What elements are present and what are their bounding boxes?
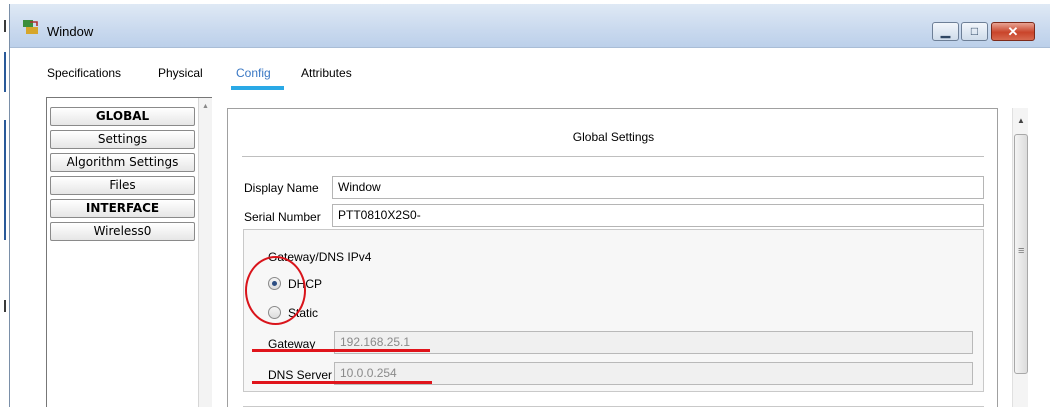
tab-attributes[interactable]: Attributes xyxy=(301,66,352,80)
sidebar-scrollbar[interactable]: ▲ xyxy=(198,98,212,407)
dhcp-label[interactable]: DHCP xyxy=(288,277,322,291)
background-window-edge xyxy=(0,0,8,407)
gateway-label: Gateway xyxy=(268,337,316,351)
close-button[interactable]: ✕ xyxy=(991,22,1035,41)
sidebar-item-files[interactable]: Files xyxy=(50,176,195,195)
title-divider xyxy=(242,156,984,157)
dhcp-radio[interactable] xyxy=(268,277,281,290)
active-tab-indicator xyxy=(231,86,284,90)
global-settings-area: Global Settings Display Name Window Seri… xyxy=(227,108,1050,407)
tab-physical[interactable]: Physical xyxy=(158,66,203,80)
dns-server-label: DNS Server xyxy=(268,368,333,382)
maximize-button[interactable]: □ xyxy=(961,22,988,41)
display-name-label: Display Name xyxy=(244,181,319,195)
tab-bar: Specifications Physical Config Attribute… xyxy=(10,48,1050,98)
gateway-input[interactable]: 192.168.25.1 xyxy=(334,331,973,354)
window-title: Window xyxy=(47,24,94,39)
sidebar-header-interface[interactable]: INTERFACE xyxy=(50,199,195,218)
display-name-input[interactable]: Window xyxy=(332,176,984,199)
packet-tracer-app-icon xyxy=(23,20,38,34)
scroll-up-icon: ▲ xyxy=(1017,116,1025,125)
scroll-up-icon: ▲ xyxy=(202,103,209,110)
edge-mark xyxy=(4,20,6,32)
edge-mark xyxy=(4,300,6,312)
global-settings-panel: Global Settings Display Name Window Seri… xyxy=(227,108,998,407)
title-bar[interactable]: Window ▁ □ ✕ xyxy=(10,4,1050,48)
static-label[interactable]: Static xyxy=(288,306,318,320)
edge-mark xyxy=(4,52,6,92)
config-sidebar: GLOBAL Settings Algorithm Settings Files… xyxy=(46,97,212,407)
serial-number-input[interactable]: PTT0810X2S0- xyxy=(332,204,984,227)
sidebar-header-global[interactable]: GLOBAL xyxy=(50,107,195,126)
panel-title: Global Settings xyxy=(572,130,655,144)
device-config-window: Window ▁ □ ✕ Specifications Physical Con… xyxy=(9,4,1050,407)
radio-selected-dot xyxy=(272,281,277,286)
scrollbar-thumb[interactable]: ≡ xyxy=(1014,134,1028,374)
content-scrollbar[interactable]: ▲ ≡ xyxy=(1012,108,1028,407)
minimize-icon: ▁ xyxy=(940,24,951,38)
tab-config[interactable]: Config xyxy=(236,66,271,80)
sidebar-item-wireless0[interactable]: Wireless0 xyxy=(50,222,195,241)
gateway-dns-title: Gateway/DNS IPv4 xyxy=(268,250,372,264)
close-icon: ✕ xyxy=(1007,24,1019,39)
sidebar-item-settings[interactable]: Settings xyxy=(50,130,195,149)
dns-server-input[interactable]: 10.0.0.254 xyxy=(334,362,973,385)
maximize-icon: □ xyxy=(970,24,979,38)
tab-specifications[interactable]: Specifications xyxy=(47,66,121,80)
grip-icon: ≡ xyxy=(1018,245,1025,257)
static-radio[interactable] xyxy=(268,306,281,319)
serial-number-label: Serial Number xyxy=(244,210,321,224)
sidebar-item-algorithm-settings[interactable]: Algorithm Settings xyxy=(50,153,195,172)
minimize-button[interactable]: ▁ xyxy=(932,22,959,41)
edge-mark xyxy=(4,120,6,240)
gateway-dns-group: Gateway/DNS IPv4 DHCP Static Gateway 192… xyxy=(243,229,984,392)
